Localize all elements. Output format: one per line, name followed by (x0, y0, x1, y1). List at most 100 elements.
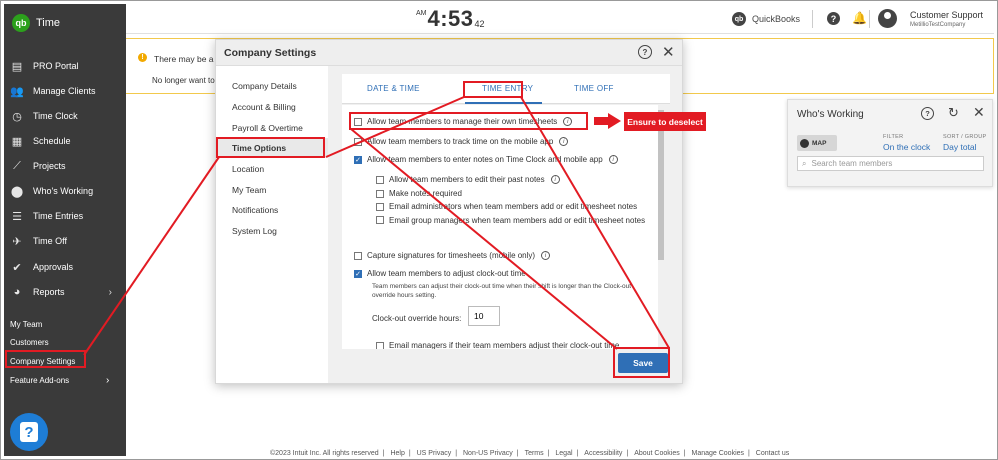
settings-nav-payroll-overtime[interactable]: Payroll & Overtime (216, 118, 328, 138)
top-bar: AM 4:53 42 qb QuickBooks ? 🔔 Customer Su… (126, 4, 994, 34)
info-icon[interactable]: i (541, 251, 551, 260)
option-label: Allow team members to track time on the … (367, 137, 554, 146)
checkbox[interactable] (376, 342, 384, 349)
option-edit-past-notes[interactable]: Allow team members to edit their past no… (376, 175, 560, 184)
tab-time-off[interactable]: TIME OFF (574, 84, 614, 93)
option-track-time-mobile[interactable]: Allow team members to track time on the … (354, 137, 569, 146)
option-adjust-clockout[interactable]: ✓ Allow team members to adjust clock-out… (354, 269, 526, 278)
sidebar-item-pro-portal[interactable]: ▤ PRO Portal (4, 56, 126, 76)
highlight-company-settings (5, 350, 86, 368)
sidebar-item-approvals[interactable]: ✔ Approvals (4, 257, 126, 277)
sort-dropdown[interactable]: Day total (943, 142, 977, 152)
footer-link-contact-us[interactable]: Contact us (756, 450, 789, 457)
footer-link-non-us-privacy[interactable]: Non-US Privacy (463, 450, 513, 457)
user-company: MetillioTestCompany (910, 22, 966, 28)
calendar-icon: ▦ (11, 135, 23, 148)
option-label: Email group managers when team members a… (389, 216, 646, 225)
footer-link-us-privacy[interactable]: US Privacy (417, 450, 452, 457)
sidebar-item-label: Manage Clients (33, 86, 96, 96)
sidebar-item-customers[interactable]: Customers (10, 335, 49, 349)
footer-copyright: ©2023 Intuit Inc. All rights reserved (270, 450, 379, 457)
checkbox[interactable] (376, 176, 384, 184)
sidebar-item-feature-add-ons[interactable]: Feature Add-ons › (10, 373, 109, 387)
option-label: Allow team members to edit their past no… (389, 175, 545, 184)
option-label: Allow team members to enter notes on Tim… (367, 155, 603, 164)
footer-link-terms[interactable]: Terms (525, 450, 544, 457)
scrollbar-thumb[interactable] (658, 110, 664, 260)
sidebar-item-label: Time Off (33, 236, 68, 246)
refresh-icon[interactable]: ↻ (948, 105, 959, 121)
quickbooks-link[interactable]: qb QuickBooks (732, 12, 800, 26)
footer-link-about-cookies[interactable]: About Cookies (634, 450, 680, 457)
checkbox[interactable] (376, 190, 384, 198)
sidebar-item-reports[interactable]: ◕ Reports › (4, 282, 126, 302)
help-icon[interactable]: ? (921, 107, 934, 120)
help-icon[interactable]: ? (638, 45, 652, 59)
quickbooks-label: QuickBooks (752, 14, 801, 24)
option-email-managers-notes[interactable]: Email group managers when team members a… (376, 215, 652, 227)
option-email-managers-clockout[interactable]: Email managers if their team members adj… (376, 341, 619, 349)
sidebar-item-label: Projects (33, 161, 66, 171)
option-email-admins-notes[interactable]: Email administrators when team members a… (376, 202, 637, 211)
info-icon[interactable]: i (550, 175, 560, 184)
company-settings-modal: Company Settings ? ✕ Company Details Acc… (215, 39, 683, 384)
map-button[interactable]: MAP (797, 135, 837, 151)
sidebar-item-manage-clients[interactable]: 👥 Manage Clients (4, 81, 126, 101)
app-logo[interactable]: qb Time (4, 4, 126, 42)
close-icon[interactable]: ✕ (662, 43, 675, 61)
info-icon[interactable]: i (608, 155, 618, 164)
checkbox[interactable] (354, 252, 362, 260)
settings-nav-location[interactable]: Location (216, 159, 328, 179)
whos-working-title: Who's Working (797, 109, 864, 120)
modal-title: Company Settings (224, 47, 317, 59)
sidebar-item-time-clock[interactable]: ◷ Time Clock (4, 106, 126, 126)
clients-icon: 👥 (10, 85, 24, 98)
override-hours-input[interactable] (468, 306, 500, 326)
settings-nav-notifications[interactable]: Notifications (216, 200, 328, 220)
sidebar-item-time-entries[interactable]: ☰ Time Entries (4, 206, 126, 226)
sidebar-item-schedule[interactable]: ▦ Schedule (4, 131, 126, 151)
settings-nav-account-billing[interactable]: Account & Billing (216, 97, 328, 117)
settings-nav-my-team[interactable]: My Team (216, 180, 328, 200)
sidebar-item-projects[interactable]: ⟋ Projects (4, 156, 126, 176)
checkbox[interactable] (376, 216, 384, 224)
checkbox[interactable] (376, 203, 384, 211)
sidebar: qb Time ▤ PRO Portal 👥 Manage Clients ◷ Time … (4, 4, 126, 456)
filter-dropdown[interactable]: On the clock (883, 142, 930, 152)
option-capture-signatures[interactable]: Capture signatures for timesheets (mobil… (354, 251, 551, 260)
footer-link-legal[interactable]: Legal (555, 450, 572, 457)
option-enter-notes[interactable]: ✓ Allow team members to enter notes on T… (354, 155, 618, 164)
tab-date-time[interactable]: DATE & TIME (367, 84, 420, 93)
clock-time: 4:53 (427, 6, 474, 31)
sidebar-item-label: PRO Portal (33, 61, 79, 71)
help-button[interactable]: ? (10, 413, 48, 451)
checkbox-checked[interactable]: ✓ (354, 270, 362, 278)
checkbox-checked[interactable]: ✓ (354, 156, 362, 164)
settings-nav-company-details[interactable]: Company Details (216, 76, 328, 96)
highlight-time-entry-tab (463, 81, 523, 98)
bell-icon[interactable]: 🔔 (852, 11, 867, 25)
checkbox[interactable] (354, 138, 362, 146)
option-notes-required[interactable]: Make notes required (376, 189, 462, 198)
sidebar-item-my-team[interactable]: My Team (10, 317, 42, 331)
location-pin-icon: ⬤ (10, 185, 24, 198)
settings-nav-system-log[interactable]: System Log (216, 221, 328, 241)
sort-label: SORT / GROUP (943, 134, 987, 140)
user-name[interactable]: Customer Support (910, 10, 983, 20)
sidebar-item-label: Feature Add-ons (10, 375, 70, 385)
sidebar-item-who-s-working[interactable]: ⬤ Who's Working (4, 181, 126, 201)
search-team-input[interactable]: ⌕ Search team members (797, 156, 984, 171)
footer-link-accessibility[interactable]: Accessibility (584, 450, 622, 457)
help-circle-icon[interactable]: ? (827, 12, 840, 25)
close-icon[interactable]: ✕ (973, 104, 985, 121)
checkmark-icon: ✔ (12, 261, 22, 274)
footer-link-manage-cookies[interactable]: Manage Cookies (691, 450, 744, 457)
info-icon[interactable]: i (559, 137, 569, 146)
user-avatar-icon[interactable] (878, 9, 897, 28)
map-label: MAP (812, 139, 827, 147)
sidebar-item-time-off[interactable]: ✈ Time Off (4, 231, 126, 251)
whos-working-panel: Who's Working ? ↻ ✕ MAP FILTER On the cl… (787, 99, 993, 187)
clock-display: AM 4:53 42 (416, 6, 485, 32)
footer-link-help[interactable]: Help (390, 450, 404, 457)
clockout-description: Team members can adjust their clock-out … (372, 283, 632, 299)
